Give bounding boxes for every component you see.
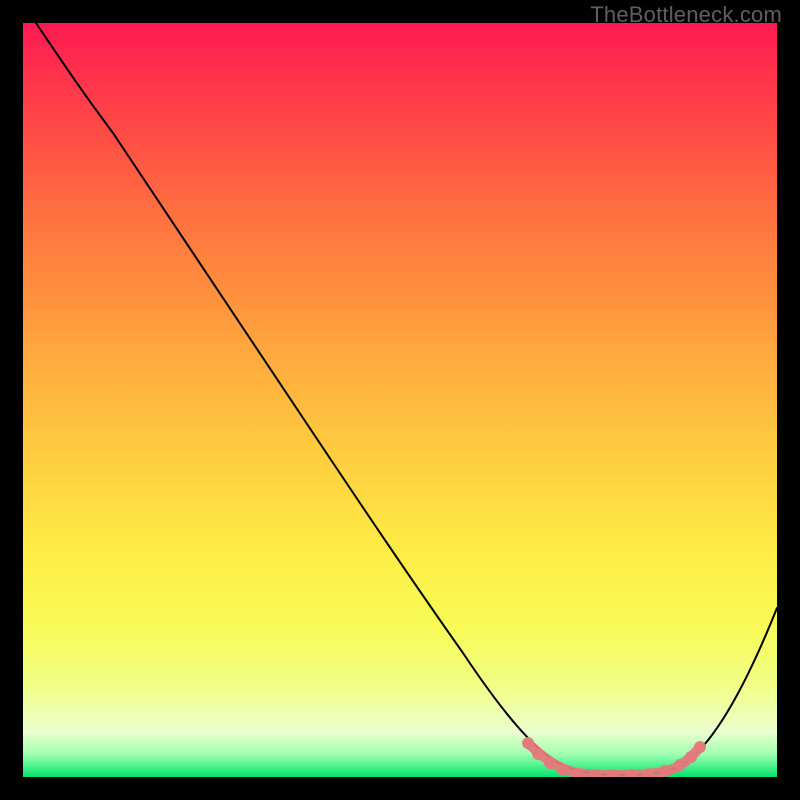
plot-area xyxy=(23,23,777,777)
chart-frame: TheBottleneck.com xyxy=(0,0,800,800)
highlight-dot xyxy=(522,737,534,749)
highlight-dot xyxy=(557,764,569,776)
highlight-dot xyxy=(685,751,697,763)
watermark-text: TheBottleneck.com xyxy=(590,2,782,28)
highlight-dot xyxy=(674,759,686,771)
highlight-dot xyxy=(659,765,671,777)
highlight-dot xyxy=(544,757,556,769)
bottleneck-curve xyxy=(36,23,777,775)
highlight-dot xyxy=(694,741,706,753)
highlight-dot xyxy=(532,748,544,760)
curve-overlay xyxy=(23,23,777,777)
